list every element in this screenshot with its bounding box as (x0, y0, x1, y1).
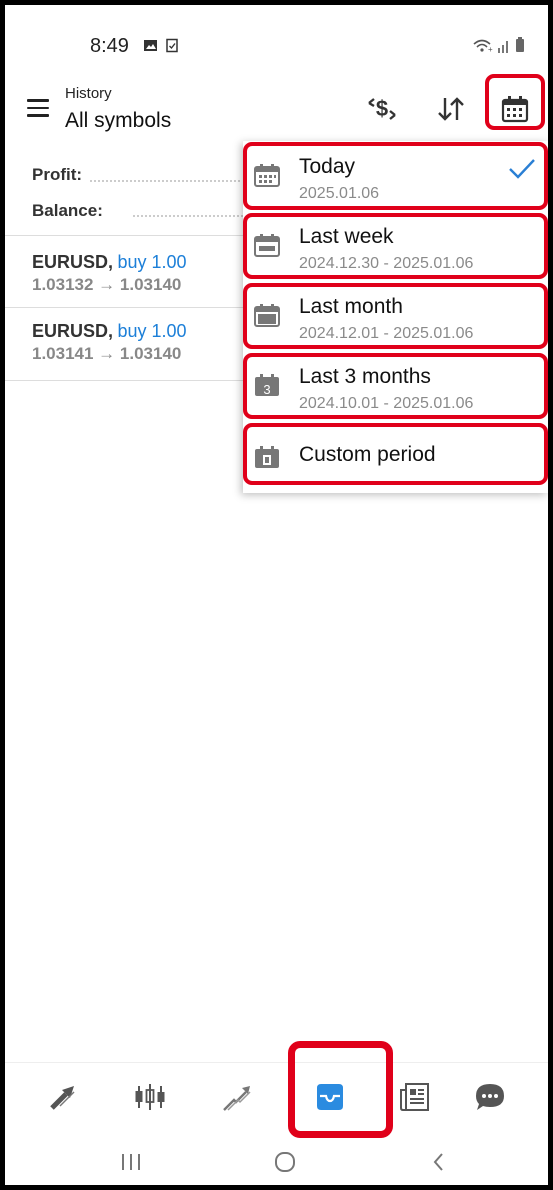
highlight-custom-period (243, 423, 548, 485)
news-icon (400, 1083, 429, 1111)
status-time: 8:49 (90, 35, 129, 57)
deal-side: buy 1.00 (117, 321, 187, 341)
nav-chat[interactable] (470, 1077, 510, 1117)
battery-icon (515, 37, 525, 53)
home-icon (275, 1152, 295, 1172)
deal-symbol: EURUSD, (32, 252, 114, 272)
profit-dots (90, 180, 240, 182)
balance-label: Balance: (32, 201, 103, 220)
highlight-last-3-months (243, 353, 548, 419)
gallery-notification-icon (143, 38, 158, 53)
home-button[interactable] (273, 1150, 297, 1180)
deal-row[interactable]: EURUSD, buy 1.00 1.03132 → 1.03140 (32, 252, 252, 302)
deal-symbol: EURUSD, (32, 321, 114, 341)
deal-prices: 1.03141 → 1.03140 (32, 344, 182, 363)
chat-icon (476, 1084, 504, 1110)
recent-apps-icon (122, 1154, 140, 1170)
profit-label: Profit: (32, 165, 83, 184)
deal-side: buy 1.00 (117, 252, 187, 272)
signal-icon (497, 39, 511, 53)
nav-quotes[interactable] (43, 1077, 83, 1117)
sort-icon (438, 97, 464, 121)
nav-history[interactable] (310, 1077, 350, 1117)
screen: 8:49 + History All symbols $ Profit: Bal… (5, 5, 548, 1185)
chart-icon (135, 1084, 165, 1110)
nav-trade[interactable] (217, 1077, 257, 1117)
deal-row[interactable]: EURUSD, buy 1.00 1.03141 → 1.03140 (32, 321, 252, 371)
nav-news[interactable] (395, 1077, 435, 1117)
nav-divider (5, 1062, 548, 1063)
trade-icon (223, 1086, 251, 1111)
symbol-filter[interactable]: All symbols (65, 109, 171, 133)
highlight-last-month (243, 283, 548, 349)
calendar-icon (501, 96, 529, 123)
calendar-button[interactable] (493, 89, 537, 129)
clipboard-notification-icon (165, 38, 180, 53)
nav-chart[interactable] (130, 1077, 170, 1117)
back-button[interactable] (427, 1150, 451, 1180)
quotes-icon (50, 1086, 75, 1110)
highlight-last-week (243, 213, 548, 279)
svg-text:$: $ (376, 96, 388, 121)
history-icon (317, 1084, 343, 1110)
menu-icon[interactable] (27, 99, 49, 117)
wifi-icon: + (473, 38, 495, 54)
balance-dots (133, 215, 243, 217)
currency-icon: $ (368, 96, 396, 121)
highlight-today (243, 142, 548, 210)
deal-prices: 1.03132 → 1.03140 (32, 275, 182, 294)
recent-apps-button[interactable] (119, 1150, 143, 1180)
sort-button[interactable] (429, 89, 473, 129)
back-icon (433, 1153, 443, 1171)
screen-subtitle: History (65, 85, 112, 102)
currency-button[interactable]: $ (360, 89, 404, 129)
svg-text:+: + (488, 45, 493, 53)
